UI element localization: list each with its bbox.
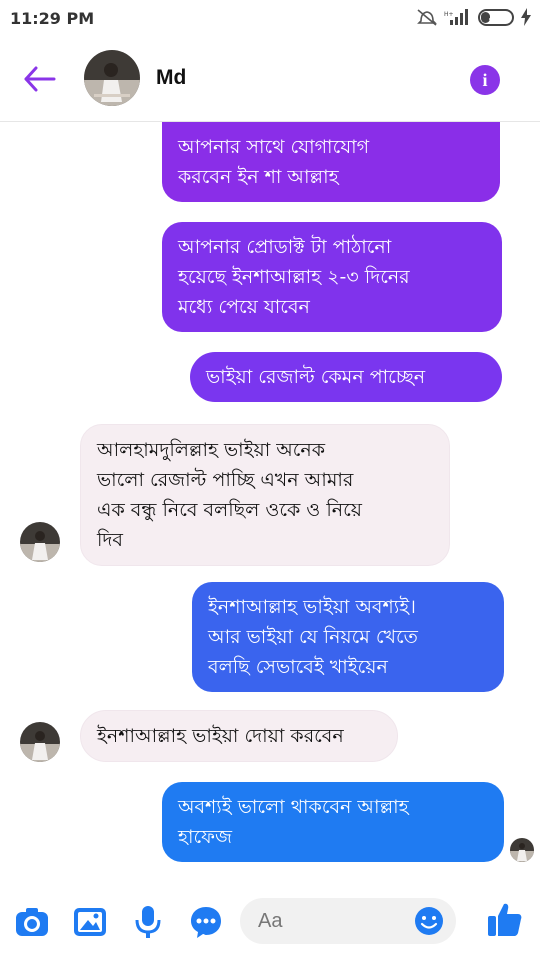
message-bubble-incoming[interactable]: ইনশাআল্লাহ ভাইয়া দোয়া করবেন	[80, 710, 398, 762]
message-bubble-outgoing[interactable]: ইনশাআল্লাহ ভাইয়া অবশ্যই। আর ভাইয়া যে ন…	[192, 582, 504, 692]
bolt-icon	[521, 8, 531, 26]
sender-avatar[interactable]	[20, 722, 60, 762]
gallery-icon[interactable]	[72, 904, 108, 940]
message-bubble-outgoing[interactable]: আপনার সাথে যোগাযোগ করবেন ইন শা আল্লাহ	[162, 128, 500, 202]
avatar-photo	[20, 722, 60, 762]
thumbs-up-icon[interactable]	[486, 900, 524, 940]
contact-name[interactable]: Md	[156, 66, 186, 90]
info-icon[interactable]: i	[470, 65, 500, 95]
message-list[interactable]: আপনার সাথে যোগাযোগ করবেন ইন শা আল্লাহ আপ…	[0, 122, 540, 882]
message-bubble-incoming[interactable]: আলহামদুলিল্লাহ ভাইয়া অনেক ভালো রেজাল্ট …	[80, 424, 450, 566]
mute-icon	[417, 9, 437, 26]
avatar-photo	[20, 522, 60, 562]
message-bubble-outgoing[interactable]: অবশ্যই ভালো থাকবেন আল্লাহ হাফেজ	[162, 782, 504, 862]
signal-icon: H+	[444, 9, 468, 25]
message-bubble-outgoing[interactable]: আপনার প্রোডাক্ট টা পাঠানো হয়েছে ইনশাআল্…	[162, 222, 502, 332]
battery-icon: 31	[478, 8, 514, 26]
message-bubble-outgoing[interactable]: ভাইয়া রেজাল্ট কেমন পাচ্ছেন	[190, 352, 502, 402]
message-composer	[0, 882, 540, 960]
status-icons: H+ 31	[416, 8, 532, 26]
seen-indicator-avatar	[510, 838, 534, 862]
camera-icon[interactable]	[14, 904, 50, 940]
emoji-icon[interactable]	[414, 906, 444, 936]
status-bar: 11:29 PM H+ 31	[0, 0, 540, 36]
more-icon[interactable]	[188, 904, 224, 940]
arrow-left-icon[interactable]	[22, 64, 58, 94]
sender-avatar[interactable]	[20, 522, 60, 562]
svg-text:H+: H+	[444, 11, 454, 18]
battery-level-text: 31	[488, 9, 504, 23]
microphone-icon[interactable]	[130, 904, 166, 940]
conversation-header: Md i	[0, 36, 540, 122]
contact-avatar[interactable]	[84, 50, 140, 106]
status-time: 11:29 PM	[10, 9, 95, 28]
avatar-photo	[84, 50, 140, 106]
avatar-photo	[510, 838, 534, 862]
